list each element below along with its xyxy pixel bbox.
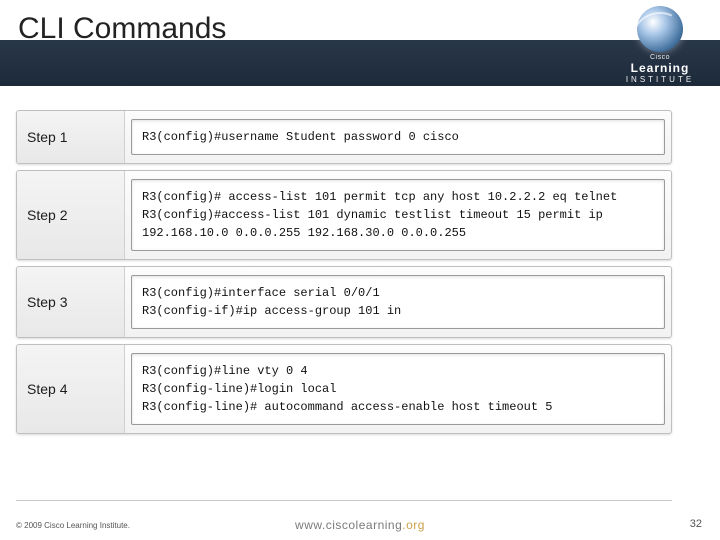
step-label: Step 3: [17, 267, 125, 337]
step-command-cell: R3(config)# access-list 101 permit tcp a…: [125, 171, 671, 259]
step-command-cell: R3(config)#interface serial 0/0/1 R3(con…: [125, 267, 671, 337]
step-label: Step 2: [17, 171, 125, 259]
step-row: Step 1 R3(config)#username Student passw…: [16, 110, 672, 164]
step-label: Step 1: [17, 111, 125, 163]
step-command-cell: R3(config)#line vty 0 4 R3(config-line)#…: [125, 345, 671, 433]
step-command-cell: R3(config)#username Student password 0 c…: [125, 111, 671, 163]
command-box: R3(config)#line vty 0 4 R3(config-line)#…: [131, 353, 665, 425]
footer-url: www.ciscolearning.org: [0, 518, 720, 532]
step-row: Step 3 R3(config)#interface serial 0/0/1…: [16, 266, 672, 338]
brand-text-institute: INSTITUTE: [626, 75, 694, 84]
footer-url-prefix: www.ciscolearning: [295, 518, 402, 532]
command-box: R3(config)#username Student password 0 c…: [131, 119, 665, 155]
slide: CLI Commands Cisco Learning INSTITUTE St…: [0, 0, 720, 540]
page-number: 32: [690, 518, 702, 530]
footer-url-suffix: .org: [402, 518, 425, 532]
step-row: Step 2 R3(config)# access-list 101 permi…: [16, 170, 672, 260]
command-box: R3(config)#interface serial 0/0/1 R3(con…: [131, 275, 665, 329]
slide-title: CLI Commands: [18, 12, 226, 46]
step-label: Step 4: [17, 345, 125, 433]
command-box: R3(config)# access-list 101 permit tcp a…: [131, 179, 665, 251]
step-row: Step 4 R3(config)#line vty 0 4 R3(config…: [16, 344, 672, 434]
globe-icon: [637, 6, 683, 52]
footer-divider: [16, 500, 672, 501]
brand-text-cisco: Cisco: [650, 54, 670, 61]
steps-container: Step 1 R3(config)#username Student passw…: [16, 110, 672, 440]
brand-logo: Cisco Learning INSTITUTE: [612, 6, 708, 84]
